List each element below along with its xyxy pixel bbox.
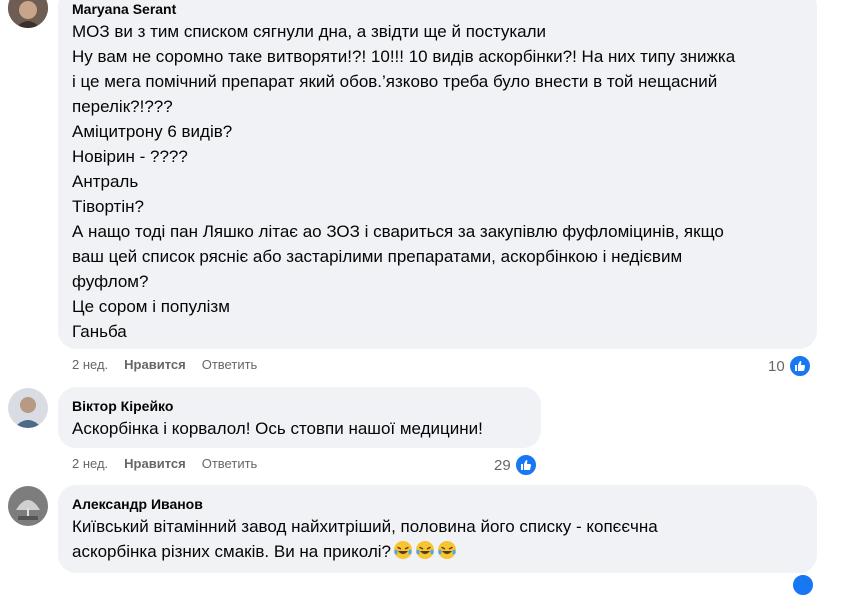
- comment-author[interactable]: Maryana Serant: [72, 0, 803, 18]
- comment-line: Це сором і популізм: [72, 297, 230, 316]
- laughing-tears-emoji-icon: [413, 541, 435, 561]
- thumbs-up-icon[interactable]: [791, 573, 815, 597]
- comment-line: МОЗ ви з тим списком сягнули дна, а звід…: [72, 22, 547, 41]
- comment-line: Аміцитрону 6 видів?: [72, 122, 233, 141]
- comment-line: Новірин - ????: [72, 147, 188, 166]
- comment-line: і це мега помічний препарат який обов.’я…: [72, 72, 718, 91]
- comment-time[interactable]: 2 нед.: [72, 357, 108, 372]
- thumbs-up-icon: [787, 354, 812, 378]
- comment-line: аскорбінка різних смаків. Ви на приколі?: [72, 539, 803, 564]
- laughing-tears-emoji-icon: [435, 541, 457, 561]
- comment-line: Антраль: [72, 172, 139, 191]
- reaction-number: 29: [494, 456, 511, 474]
- reply-button[interactable]: Ответить: [202, 456, 258, 471]
- comment-line: перелік?!???: [72, 97, 173, 116]
- comment-actions: 2 нед. Нравится Ответить: [72, 357, 257, 372]
- comment-author[interactable]: Александр Иванов: [72, 495, 803, 513]
- comment-bubble: Віктор Кірейко Аскорбінка і корвалол! Ос…: [58, 387, 541, 448]
- like-button[interactable]: Нравится: [124, 357, 186, 372]
- comment-line: Ганьба: [72, 322, 127, 341]
- reaction-count[interactable]: 10: [768, 354, 812, 378]
- comment-line: А нащо тоді пан Ляшко літає ао ЗОЗ і сва…: [72, 222, 724, 241]
- reaction-count[interactable]: 29: [494, 453, 538, 477]
- comment-actions: 2 нед. Нравится Ответить: [72, 456, 257, 471]
- comment-line-text: аскорбінка різних смаків. Ви на приколі?: [72, 542, 391, 561]
- comment-line: Київський вітамінний завод найхитріший, …: [72, 517, 658, 536]
- thumbs-up-icon: [513, 453, 538, 477]
- comment-bubble: Александр Иванов Київський вітамінний за…: [58, 485, 817, 573]
- comment-time[interactable]: 2 нед.: [72, 456, 108, 471]
- comment-line: ваш цей список рясніє або застарілими пр…: [72, 247, 683, 266]
- avatar[interactable]: [8, 486, 48, 526]
- avatar[interactable]: [8, 388, 48, 428]
- avatar[interactable]: [8, 0, 48, 28]
- laughing-tears-emoji-icon: [391, 541, 413, 561]
- like-button[interactable]: Нравится: [124, 456, 186, 471]
- reaction-number: 10: [768, 357, 785, 375]
- comment-line: Аскорбінка і корвалол! Ось стовпи нашої …: [72, 419, 483, 438]
- comment-bubble: Maryana Serant МОЗ ви з тим списком сягн…: [58, 0, 817, 349]
- comment-author[interactable]: Віктор Кірейко: [72, 397, 527, 415]
- comment-line: Ну вам не соромно таке витворяти!?! 10!!…: [72, 47, 736, 66]
- comment-line: фуфлом?: [72, 272, 149, 291]
- reply-button[interactable]: Ответить: [202, 357, 258, 372]
- comment-line: Тівортін?: [72, 197, 144, 216]
